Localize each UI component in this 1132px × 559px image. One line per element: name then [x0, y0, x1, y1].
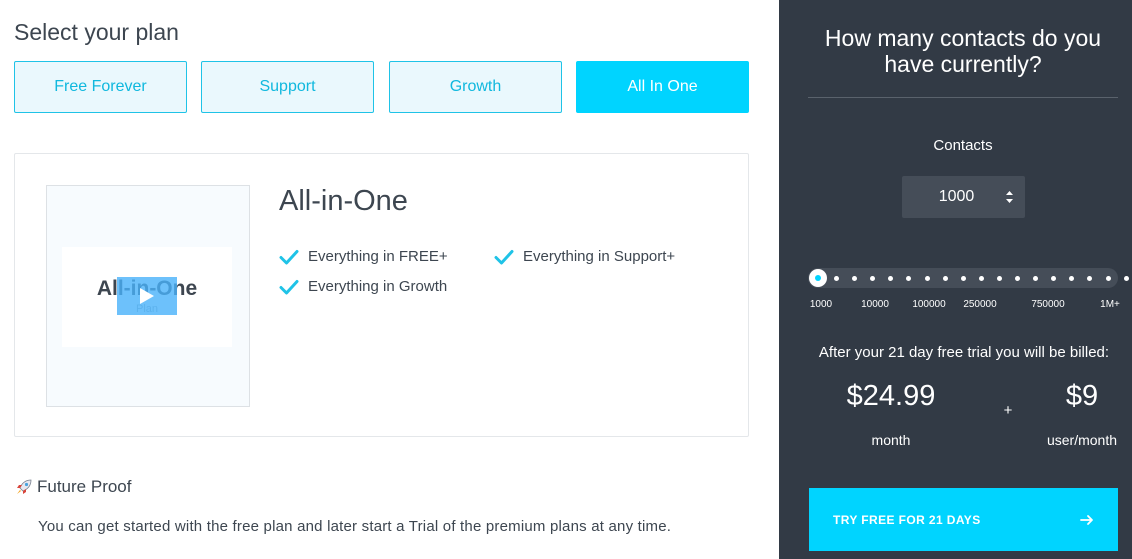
slider-step-dot — [1051, 276, 1057, 281]
slider-step-dot — [978, 276, 984, 281]
pricing-panel: How many contacts do you have currently?… — [779, 0, 1132, 559]
plan-tabs: Free Forever Support Growth All In One — [14, 61, 749, 113]
slider-step-dot — [834, 276, 839, 281]
play-icon — [140, 288, 154, 304]
check-icon — [494, 249, 514, 264]
page-title: Select your plan — [14, 19, 179, 45]
tab-all-in-one[interactable]: All In One — [576, 61, 749, 113]
check-icon — [279, 249, 299, 264]
slider-step-dot — [996, 276, 1002, 281]
plan-selection-panel: Select your plan Free Forever Support Gr… — [0, 0, 779, 559]
plus-sign: + — [1003, 402, 1013, 419]
try-free-button[interactable]: TRY FREE FOR 21 DAYS — [809, 488, 1118, 551]
slider-step-dot — [1087, 276, 1093, 281]
slider-step-dot — [1033, 276, 1039, 281]
slider-step-dot — [1123, 276, 1129, 281]
slider-step-dot — [906, 276, 912, 281]
contacts-select-value: 1000 — [938, 188, 975, 205]
feature-label: Everything in Support+ — [523, 248, 676, 265]
play-button[interactable] — [117, 277, 177, 315]
check-icon — [279, 279, 299, 294]
slider-step-dot — [1069, 276, 1075, 281]
future-proof-description: You can get started with the free plan a… — [38, 518, 672, 535]
slider-step-dot — [870, 276, 876, 281]
sort-arrows-icon — [1006, 191, 1013, 203]
billing-note: After your 21 day free trial you will be… — [818, 344, 1110, 361]
slider-step-dot — [1105, 276, 1111, 281]
plan-selection-page: Select your plan Free Forever Support Gr… — [0, 0, 1132, 559]
price-primary-period: month — [871, 432, 911, 448]
price-secondary: $9 — [1065, 380, 1099, 412]
tab-support[interactable]: Support — [201, 61, 374, 113]
rocket-icon — [17, 479, 32, 494]
price-primary: $24.99 — [846, 380, 936, 412]
slider-step-dot — [924, 276, 930, 281]
future-proof-title: Future Proof — [37, 477, 132, 496]
feature-item: Everything in Growth — [279, 278, 447, 295]
arrow-right-icon — [1080, 514, 1093, 525]
slider-step-dot — [960, 276, 966, 281]
future-proof-heading: Future Proof — [14, 477, 132, 497]
tick-label: 10000 — [861, 299, 889, 310]
contacts-label: Contacts — [933, 137, 993, 154]
tick-label: 100000 — [912, 299, 946, 310]
slider-step-dot — [942, 276, 948, 281]
contacts-select[interactable]: 1000 — [902, 176, 1025, 218]
plan-video-thumbnail: All-in-One Plan — [46, 185, 250, 407]
slider-step-dot — [888, 276, 894, 281]
slider-step-dot — [852, 276, 858, 281]
slider-tick-labels: 1000 10000 100000 250000 750000 1M+ — [779, 299, 1132, 313]
thumbnail-poster: All-in-One Plan — [62, 247, 232, 347]
feature-label: Everything in Growth — [308, 278, 448, 295]
tab-growth[interactable]: Growth — [389, 61, 562, 113]
tick-label: 1000 — [809, 299, 833, 310]
divider — [808, 97, 1118, 98]
feature-item: Everything in Support+ — [494, 248, 675, 265]
feature-item: Everything in FREE+ — [279, 248, 448, 265]
plan-card: All-in-One Plan All-in-One Everything in… — [14, 153, 749, 437]
plan-name: All-in-One — [279, 185, 408, 217]
try-free-label: TRY FREE FOR 21 DAYS — [833, 512, 981, 527]
contacts-question: How many contacts do you have currently? — [824, 25, 1102, 77]
feature-label: Everything in FREE+ — [308, 248, 448, 265]
price-secondary-period: user/month — [1046, 432, 1118, 448]
tab-free-forever[interactable]: Free Forever — [14, 61, 187, 113]
slider-handle[interactable] — [809, 269, 827, 287]
tick-label: 750000 — [1031, 299, 1065, 310]
contacts-slider[interactable] — [808, 268, 1129, 288]
tick-label: 1M+ — [1100, 299, 1120, 310]
tick-label: 250000 — [963, 299, 997, 310]
slider-step-dot — [1015, 276, 1020, 281]
